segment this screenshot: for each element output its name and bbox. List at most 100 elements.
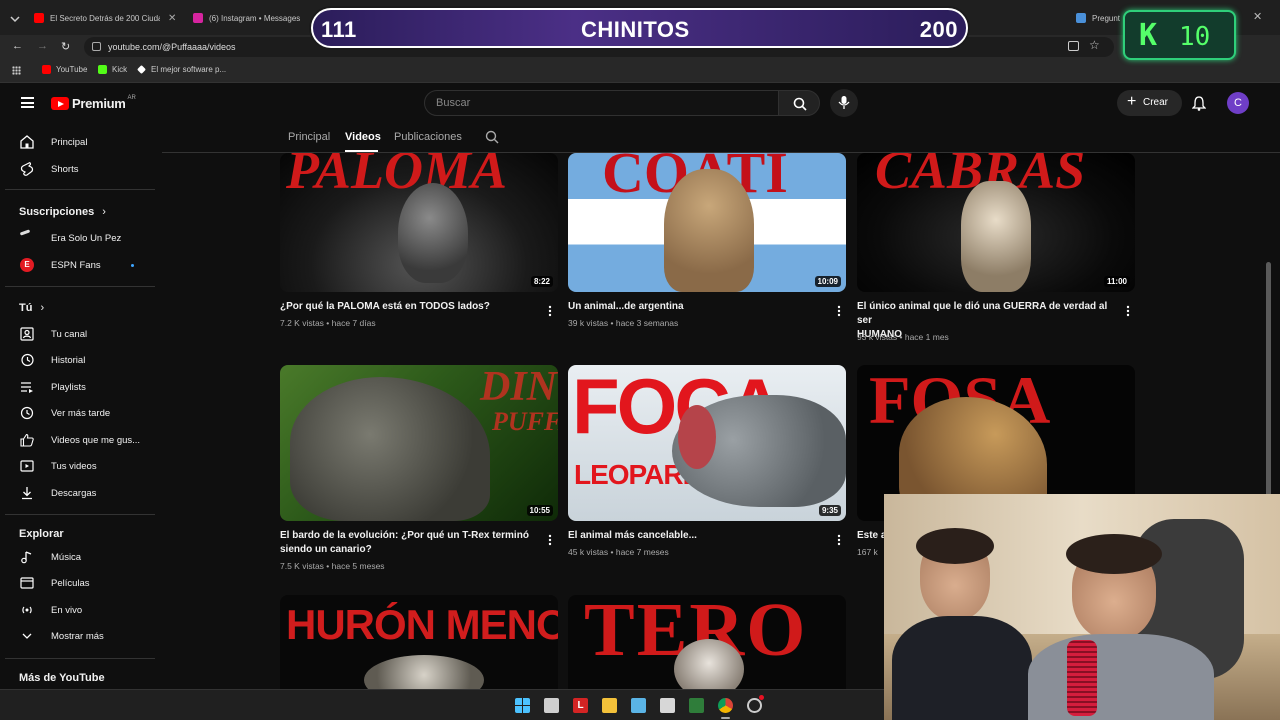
sidebar-item-musica[interactable]: Música	[0, 544, 155, 570]
sidebar-item-tu-canal[interactable]: Tu canal	[0, 321, 155, 347]
movies-icon	[20, 577, 34, 589]
playlists-icon	[21, 382, 33, 393]
chrome-icon[interactable]	[718, 698, 733, 713]
sidebar-item-videos-que-me-gustan[interactable]: Videos que me gus...	[0, 427, 155, 453]
more-options-icon[interactable]	[548, 533, 552, 546]
microphone-icon	[838, 96, 850, 109]
more-options-icon[interactable]	[548, 304, 552, 317]
plus-icon: +	[1127, 93, 1137, 110]
app-monitor-icon[interactable]	[631, 698, 646, 713]
video-meta: 45 k vistas • hace 7 meses	[568, 547, 669, 557]
bookmark-kick[interactable]: Kick	[98, 65, 127, 74]
sidebar-item-era-solo-un-pez[interactable]: Era Solo Un Pez	[0, 225, 155, 251]
chrome-running-indicator	[721, 717, 730, 719]
sidebar-divider	[5, 286, 155, 287]
video-duration: 11:00	[1103, 276, 1130, 287]
site-info-icon[interactable]	[92, 42, 101, 51]
video-thumbnail[interactable]: HURÓN MENOR	[280, 595, 558, 689]
sidebar-item-espn-fans[interactable]: E ESPN Fans	[0, 252, 155, 278]
notification-badge	[759, 695, 764, 700]
ferret-figure	[364, 655, 484, 689]
subscriptions-heading[interactable]: Suscripciones ›	[19, 206, 106, 218]
os-taskbar: L	[0, 689, 884, 720]
apps-grid-icon[interactable]	[12, 66, 21, 75]
browser-tab-preguntas[interactable]: Pregunt	[1076, 6, 1124, 30]
video-meta: 7.2 K vistas • hace 7 días	[280, 318, 376, 328]
channel-avatar-era-solo-un-pez	[19, 229, 31, 236]
bookmark-star-icon[interactable]: ☆	[1089, 38, 1100, 52]
video-title[interactable]: Un animal...de argentina	[568, 300, 826, 314]
sidebar-item-descargas[interactable]: Descargas	[0, 480, 155, 506]
tab-list-chevron-icon[interactable]	[10, 11, 20, 23]
video-thumbnail[interactable]: COATI 10:09	[568, 153, 846, 292]
sidebar-item-ver-mas-tarde[interactable]: Ver más tarde	[0, 400, 155, 426]
video-title[interactable]: El animal más cancelable...	[568, 529, 826, 543]
diamond-favicon-icon	[137, 65, 146, 74]
window-close-icon[interactable]: ✕	[1253, 10, 1262, 23]
video-thumbnail[interactable]: PALOMA 8:22	[280, 153, 558, 292]
app-l-icon[interactable]: L	[573, 698, 588, 713]
video-duration: 9:35	[818, 505, 841, 516]
sidebar-item-historial[interactable]: Historial	[0, 347, 155, 373]
app-green-icon[interactable]	[689, 698, 704, 713]
notifications-bell-icon[interactable]	[1191, 96, 1207, 116]
you-heading[interactable]: Tú ›	[19, 302, 44, 314]
music-icon	[21, 551, 32, 564]
your-videos-icon	[20, 460, 34, 472]
sidebar-item-playlists[interactable]: Playlists	[0, 374, 155, 400]
history-icon	[21, 353, 34, 367]
sidebar-item-label: Descargas	[51, 487, 97, 499]
install-app-icon[interactable]	[1068, 41, 1079, 51]
more-options-icon[interactable]	[837, 304, 841, 317]
sidebar-item-label: Shorts	[51, 163, 79, 175]
youtube-header: Premium AR Buscar + Crear C	[0, 84, 1280, 124]
task-view-icon[interactable]	[544, 698, 559, 713]
bookmark-youtube[interactable]: YouTube	[42, 65, 87, 74]
voice-search-button[interactable]	[830, 89, 858, 117]
sidebar-item-tus-videos[interactable]: Tus videos	[0, 453, 155, 479]
channel-search-icon[interactable]	[485, 130, 499, 149]
more-from-youtube-heading: Más de YouTube	[19, 672, 105, 684]
tab-principal[interactable]: Principal	[288, 131, 330, 143]
browser-tab-instagram[interactable]: (6) Instagram • Messages	[193, 6, 311, 30]
youtube-logo[interactable]: Premium AR	[51, 95, 136, 111]
browser-tab-youtube[interactable]: El Secreto Detrás de 200 Ciudades ✕	[34, 6, 184, 30]
close-tab-icon[interactable]: ✕	[168, 13, 176, 24]
back-icon[interactable]: ←	[12, 40, 23, 52]
windows-start-icon[interactable]	[515, 698, 530, 713]
sidebar-item-label: Tus videos	[51, 460, 97, 472]
forward-icon[interactable]: →	[37, 40, 48, 52]
tab-publicaciones[interactable]: Publicaciones	[394, 131, 462, 143]
video-duration: 10:55	[526, 505, 553, 516]
video-title[interactable]: El bardo de la evolución: ¿Por qué un T-…	[280, 529, 538, 557]
sidebar-item-peliculas[interactable]: Películas	[0, 570, 155, 596]
bookmark-software[interactable]: El mejor software p...	[137, 65, 226, 74]
calculator-icon[interactable]	[660, 698, 675, 713]
sidebar-item-en-vivo[interactable]: En vivo	[0, 597, 155, 623]
video-thumbnail[interactable]: DINOS PUFFA 10:55	[280, 365, 558, 521]
app-settings-icon[interactable]	[747, 698, 762, 713]
search-input[interactable]: Buscar	[424, 90, 779, 116]
sidebar-item-principal[interactable]: Principal	[0, 129, 155, 155]
video-title[interactable]: Este a	[857, 529, 884, 543]
tab-videos[interactable]: Videos	[345, 131, 381, 143]
you-heading-label: Tú	[19, 302, 33, 314]
more-options-icon[interactable]	[837, 533, 841, 546]
avatar[interactable]: C	[1227, 92, 1249, 114]
sidebar-item-shorts[interactable]: Shorts	[0, 156, 155, 182]
video-title[interactable]: ¿Por qué la PALOMA está en TODOS lados?	[280, 300, 538, 314]
youtube-favicon-icon	[42, 65, 51, 74]
url-text: youtube.com/@Puffaaaa/videos	[108, 42, 236, 52]
video-meta: 93 k vistas • hace 1 mes	[857, 332, 949, 342]
menu-icon[interactable]	[21, 97, 34, 108]
create-button[interactable]: + Crear	[1117, 90, 1182, 116]
video-thumbnail[interactable]: FOCA LEOPARDO 9:35	[568, 365, 846, 521]
search-button[interactable]	[778, 90, 820, 116]
goat-figure	[961, 181, 1031, 292]
reload-icon[interactable]: ↻	[61, 40, 70, 53]
sidebar-item-mostrar-mas[interactable]: Mostrar más	[0, 623, 155, 649]
more-options-icon[interactable]	[1126, 304, 1130, 317]
video-thumbnail[interactable]: CABRAS 11:00	[857, 153, 1135, 292]
file-explorer-icon[interactable]	[602, 698, 617, 713]
video-thumbnail[interactable]: TERO	[568, 595, 846, 689]
